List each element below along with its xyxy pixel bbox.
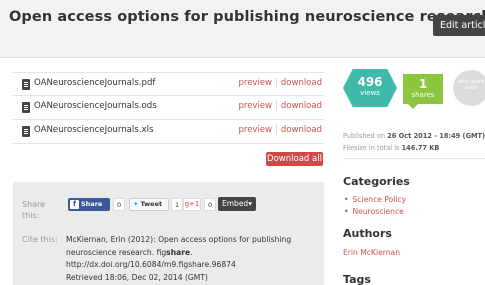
facebook-icon: f	[70, 200, 79, 209]
twitter-bird-icon: ✦	[133, 200, 139, 208]
file-row: OANeuroscienceJournals.ods preview | downl…	[13, 96, 324, 120]
citation-line: neuroscience research. figshare.	[66, 247, 316, 260]
retrieved-date: Retrieved 18:06, Dec 02, 2014 (GMT)	[66, 272, 208, 282]
shares-label: shares	[411, 91, 435, 99]
facebook-share-label: Share	[81, 200, 103, 208]
published-prefix: Published on	[343, 132, 388, 140]
citation-text: McKiernan, Erin (2012): Open access opti…	[66, 234, 316, 284]
views-label: views	[360, 89, 380, 97]
edit-article-button[interactable]: Edit article	[433, 15, 485, 36]
tags-title: Tags	[343, 273, 371, 285]
file-name: OANeuroscienceJournals.pdf	[34, 78, 156, 88]
google-plus-count: 0	[204, 198, 217, 211]
altmetric-badge[interactable]: altm score soon	[453, 70, 485, 106]
cite-label: Cite this:	[22, 235, 58, 244]
file-row: OANeuroscienceJournals.pdf preview | downl…	[13, 72, 324, 96]
preview-link[interactable]: preview	[239, 125, 273, 135]
filesize-value: 146.77 KB	[401, 144, 440, 152]
author-link[interactable]: Erin McKiernan	[343, 248, 400, 257]
divider	[343, 158, 485, 159]
document-icon	[22, 126, 30, 137]
tweet-count: 1	[171, 198, 184, 211]
categories-list: Science Policy Neuroscience	[344, 194, 406, 218]
file-name: OANeuroscienceJournals.xls	[34, 125, 154, 135]
file-name: OANeuroscienceJournals.ods	[34, 101, 157, 111]
citation-period: .	[190, 247, 193, 257]
citation-title: neuroscience research. fig	[66, 247, 167, 257]
document-icon	[22, 79, 30, 90]
facebook-count: 0	[113, 198, 126, 211]
caret-down-icon: ▾	[248, 199, 252, 208]
citation-line: McKiernan, Erin (2012): Open access opti…	[66, 235, 292, 244]
category-link[interactable]: Science Policy	[344, 194, 406, 206]
file-actions: preview | download	[239, 101, 323, 111]
tweet-button[interactable]: ✦ Tweet	[129, 198, 169, 211]
category-link[interactable]: Neuroscience	[344, 206, 406, 218]
published-info: Published on 26 Oct 2012 - 18:49 (GMT) F…	[343, 130, 485, 154]
file-list: OANeuroscienceJournals.pdf preview | downl…	[13, 72, 324, 144]
preview-link[interactable]: preview	[239, 101, 273, 111]
file-actions: preview | download	[239, 125, 323, 135]
share-cite-panel: Share this: f Share 0 ✦ Tweet 1 g+1 0 Embe…	[13, 182, 324, 285]
file-actions: preview | download	[239, 78, 323, 88]
embed-label: Embed	[222, 199, 249, 208]
download-link[interactable]: download	[281, 78, 322, 88]
views-count: 496	[357, 75, 383, 89]
download-link[interactable]: download	[281, 125, 322, 135]
doi-link[interactable]: http://dx.doi.org/10.6084/m9.figshare.96…	[66, 259, 316, 272]
filesize-line: Filesize in total is 146.77 KB	[343, 142, 485, 154]
authors-title: Authors	[343, 227, 392, 240]
divider: |	[275, 78, 278, 88]
preview-link[interactable]: preview	[239, 78, 273, 88]
filesize-prefix: Filesize in total is	[343, 144, 402, 152]
shares-badge: 1 shares	[403, 74, 443, 109]
published-line: Published on 26 Oct 2012 - 18:49 (GMT)	[343, 130, 485, 142]
shares-count: 1	[418, 77, 428, 91]
file-row: OANeuroscienceJournals.xls preview | downl…	[13, 120, 324, 144]
document-icon	[22, 102, 30, 113]
tweet-label: Tweet	[140, 200, 163, 208]
download-all-button[interactable]: Download all	[266, 152, 323, 166]
article-header: Open access options for publishing neuro…	[0, 0, 485, 58]
published-date: 26 Oct 2012 - 18:49 (GMT)	[387, 132, 485, 140]
divider: |	[275, 125, 278, 135]
categories-title: Categories	[343, 175, 410, 188]
embed-button[interactable]: Embed▾	[218, 197, 256, 211]
divider: |	[275, 101, 278, 111]
figshare-name: share	[166, 247, 191, 257]
google-plus-button[interactable]: g+1	[183, 198, 201, 211]
share-label: Share this:	[22, 200, 46, 220]
download-link[interactable]: download	[281, 101, 322, 111]
views-badge: 496 views	[343, 69, 397, 107]
facebook-share-button[interactable]: f Share	[68, 198, 110, 211]
page-title: Open access options for publishing neuro…	[9, 9, 485, 25]
